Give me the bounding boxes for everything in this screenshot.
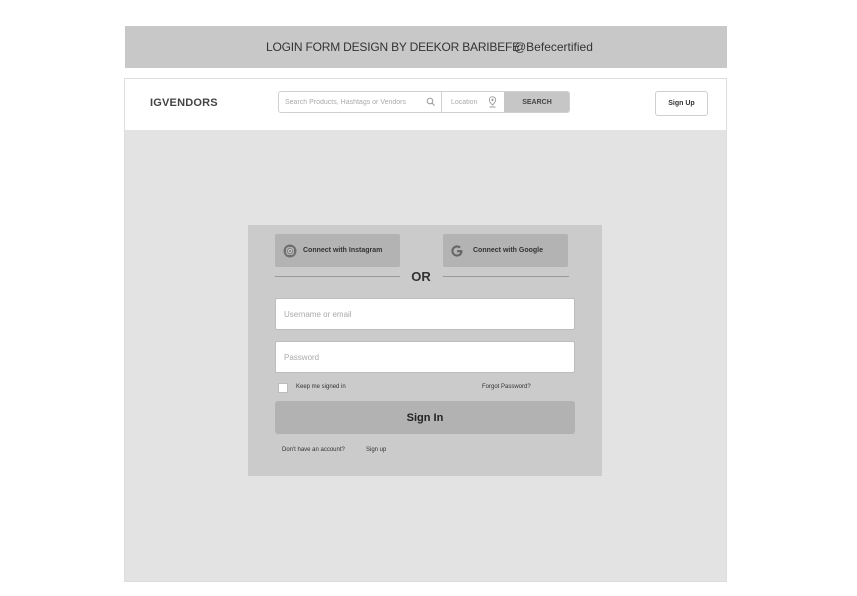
search-icon[interactable] <box>426 97 436 107</box>
banner-title: LOGIN FORM DESIGN BY DEEKOR BARIBEFE <box>266 40 520 54</box>
instagram-icon <box>283 244 297 257</box>
google-button-label: Connect with Google <box>473 247 543 254</box>
banner-handle: @Befecertified <box>514 40 593 54</box>
no-account-text: Don't have an account? <box>282 447 345 453</box>
navbar: IGVENDORS SEARCH Sign Up <box>125 79 726 130</box>
connect-instagram-button[interactable]: Connect with Instagram <box>275 234 400 267</box>
forgot-password-link[interactable]: Forgot Password? <box>482 384 531 390</box>
signup-link[interactable]: Sign up <box>366 447 386 453</box>
search-bar: SEARCH <box>278 91 570 113</box>
search-button[interactable]: SEARCH <box>504 92 569 112</box>
sign-in-button[interactable]: Sign In <box>275 401 575 434</box>
or-divider-left <box>275 276 400 277</box>
password-input[interactable] <box>275 341 575 373</box>
or-divider-right <box>443 276 569 277</box>
page-frame: IGVENDORS SEARCH Sign Up <box>124 78 727 582</box>
google-icon <box>451 244 463 257</box>
top-banner: LOGIN FORM DESIGN BY DEEKOR BARIBEFE @Be… <box>125 26 727 68</box>
signup-button[interactable]: Sign Up <box>655 91 708 116</box>
username-input[interactable] <box>275 298 575 330</box>
login-card: Connect with Instagram Connect with Goog… <box>248 225 602 476</box>
or-separator: OR <box>411 269 431 284</box>
logo[interactable]: IGVENDORS <box>150 97 218 109</box>
connect-google-button[interactable]: Connect with Google <box>443 234 568 267</box>
keep-signed-in-label[interactable]: Keep me signed in <box>296 384 346 390</box>
location-pin-icon <box>488 96 497 108</box>
search-input[interactable] <box>279 92 441 112</box>
instagram-button-label: Connect with Instagram <box>303 247 383 254</box>
keep-signed-in-checkbox[interactable] <box>278 383 288 393</box>
